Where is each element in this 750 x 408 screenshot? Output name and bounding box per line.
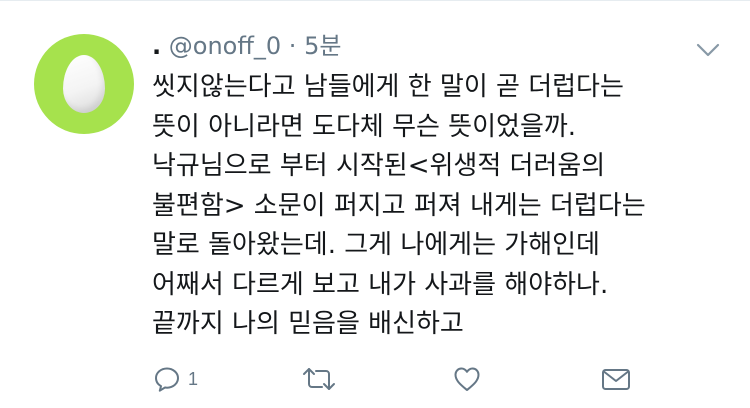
tweet-header: . @onoff_0 · 5분 <box>152 31 341 61</box>
retweet-icon <box>301 364 337 394</box>
tweet-text: 씻지않는다고 남들에게 한 말이 곧 더럽다는 뜻이 아니라면 도다체 무슨 뜻… <box>152 68 712 345</box>
envelope-icon <box>600 364 632 394</box>
tweet-text-line: 어째서 다르게 보고 내가 사과를 해야하나. <box>152 269 609 300</box>
tweet-card[interactable]: . @onoff_0 · 5분 씻지않는다고 남들에게 한 말이 곧 더럽다는 … <box>0 0 750 408</box>
retweet-button[interactable] <box>301 359 337 399</box>
heart-icon <box>452 364 482 394</box>
user-handle[interactable]: @onoff_0 <box>169 32 281 60</box>
display-name[interactable]: . <box>152 32 161 60</box>
reply-button[interactable]: 1 <box>152 359 198 399</box>
tweet-text-line: 씻지않는다고 남들에게 한 말이 곧 더럽다는 <box>152 72 624 102</box>
direct-message-button[interactable] <box>600 359 632 399</box>
tweet-timestamp[interactable]: 5분 <box>304 32 341 60</box>
avatar[interactable] <box>34 34 134 134</box>
tweet-text-line: 뜻이 아니라면 도다체 무슨 뜻이었을까. <box>152 111 577 142</box>
tweet-text-line: 낙규님으로 부터 시작된<위생적 더러움의 <box>152 151 606 181</box>
reply-icon <box>152 364 182 394</box>
like-button[interactable] <box>452 359 482 399</box>
header-separator: · <box>288 32 297 60</box>
reply-count: 1 <box>188 368 199 389</box>
tweet-actions: 1 <box>0 359 750 399</box>
tweet-text-line: 말로 돌아왔는데. 그게 나에게는 가해인데 <box>152 230 600 260</box>
default-egg-icon <box>63 55 105 113</box>
chevron-down-icon[interactable] <box>695 41 721 59</box>
tweet-text-line: 불편함> 소문이 퍼지고 퍼져 내게는 더럽다는 <box>152 190 646 221</box>
tweet-text-line: 끝까지 나의 믿음을 배신하고 <box>152 309 464 339</box>
